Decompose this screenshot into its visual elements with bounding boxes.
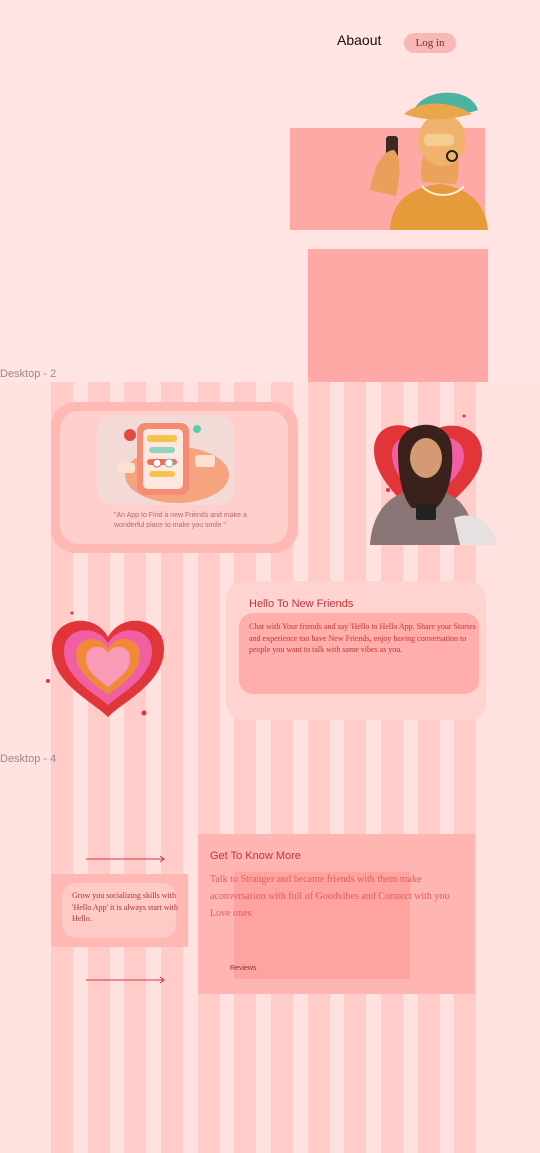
phone-illustration-icon — [97, 415, 234, 505]
photo-woman-texting — [370, 414, 497, 545]
reviews-link[interactable]: Reviews — [230, 965, 256, 972]
hello-body-text: Chat with Your friends and say 'Hello to… — [249, 622, 476, 654]
app-intro-tagline: "An App to Find a new Friends and make a… — [114, 512, 247, 529]
frame-label-desktop-2: Desktop - 2 — [0, 368, 57, 380]
heart-icon — [46, 611, 164, 717]
get-to-know-title: Get To Know More — [210, 850, 301, 862]
arrow-right-icon[interactable] — [86, 976, 166, 984]
frame-label-desktop-4: Desktop - 4 — [0, 753, 57, 765]
hero-photo-woman-on-phone — [370, 92, 488, 230]
login-button[interactable]: Log in — [404, 33, 456, 53]
layout-grid-column — [308, 382, 330, 1153]
hero-block-secondary — [308, 249, 488, 382]
hello-title: Hello To New Friends — [249, 598, 354, 610]
nav-about-link[interactable]: Abaout — [337, 32, 381, 48]
arrow-right-icon[interactable] — [86, 855, 166, 863]
grow-text: Grow you socializing skills with 'Hello … — [72, 891, 178, 923]
get-to-know-body: Talk to Stranger and became friends with… — [210, 874, 450, 919]
